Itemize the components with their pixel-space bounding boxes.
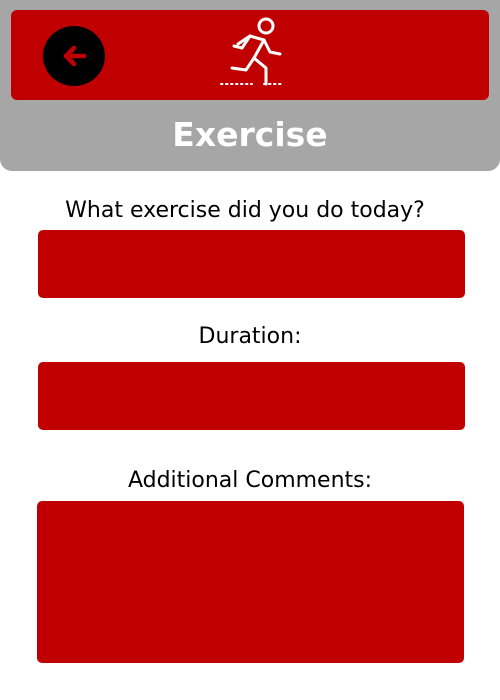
- exercise-question-label: What exercise did you do today?: [65, 198, 425, 223]
- comments-textarea[interactable]: [37, 501, 464, 663]
- running-person-icon: [220, 17, 283, 86]
- duration-input[interactable]: [38, 362, 465, 430]
- comments-label: Additional Comments:: [127, 468, 373, 493]
- exercise-input[interactable]: [38, 230, 465, 298]
- back-button[interactable]: [43, 26, 105, 86]
- arrow-left-icon: [63, 45, 87, 67]
- header-panel: Exercise: [0, 0, 500, 171]
- page-title: Exercise: [172, 115, 328, 154]
- duration-label: Duration:: [198, 324, 302, 349]
